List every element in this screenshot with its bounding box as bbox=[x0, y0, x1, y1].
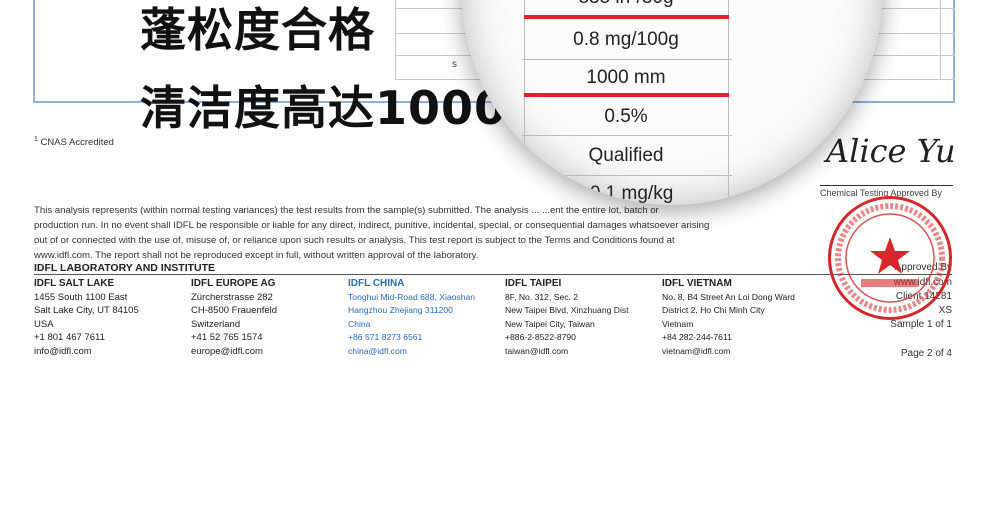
footnote-text: CNAS Accredited bbox=[40, 137, 114, 149]
office-line: 1455 South 1100 East bbox=[34, 291, 128, 303]
table-col-divider bbox=[395, 0, 396, 80]
office-email: europe@idfl.com bbox=[191, 345, 263, 357]
office-line: Vietnam bbox=[662, 318, 694, 329]
value-turbidity: 1000 mm bbox=[586, 67, 666, 88]
lens-row-divider bbox=[522, 175, 732, 176]
highlight-line bbox=[524, 93, 729, 97]
office-vietnam: IDFL VIETNAM No. 8, B4 Street An Loi Don… bbox=[662, 277, 795, 358]
office-line: CH-8500 Frauenfeld bbox=[191, 305, 278, 316]
value-odor: Qualified bbox=[588, 145, 664, 166]
disclaimer-line: production run. In no event shall IDFL b… bbox=[34, 220, 710, 231]
office-salt-lake: IDFL SALT LAKE 1455 South 1100 East Salt… bbox=[34, 277, 139, 358]
office-line: 8F, No. 312, Sec. 2 bbox=[505, 291, 579, 302]
institute-rule bbox=[34, 274, 952, 275]
seal-icon bbox=[835, 203, 945, 313]
office-line: New Taipei Blvd, Xinzhuang Dist bbox=[505, 305, 629, 315]
sample-count: Sample 1 of 1 bbox=[890, 319, 952, 330]
page-number: Page 2 of 4 bbox=[900, 348, 952, 359]
footnote: 1 CNAS Accredited bbox=[34, 133, 114, 150]
office-name: IDFL VIETNAM bbox=[662, 278, 732, 289]
office-phone: +41 52 765 1574 bbox=[191, 332, 263, 343]
office-name: IDFL TAIPEI bbox=[505, 278, 562, 289]
footnote-mark: 1 bbox=[34, 136, 38, 143]
table-cell: s bbox=[452, 59, 457, 70]
office-email: info@idfl.com bbox=[34, 345, 92, 357]
office-line: USA bbox=[34, 318, 54, 330]
disclaimer-line: out of or connected with the use of, mis… bbox=[34, 235, 675, 246]
disclaimer: This analysis represents (within normal … bbox=[34, 203, 806, 263]
office-phone: +1 801 467 7611 bbox=[34, 332, 105, 343]
disclaimer-line: This analysis represents (within normal … bbox=[34, 205, 659, 216]
headline-fluffiness: 蓬松度合格 bbox=[140, 3, 375, 57]
office-phone: +84 282-244-7611 bbox=[662, 332, 732, 342]
office-line: Salt Lake City, UT 84105 bbox=[34, 305, 139, 316]
office-name: IDFL SALT LAKE bbox=[34, 278, 115, 289]
office-line: China bbox=[348, 318, 371, 329]
office-name: IDFL CHINA bbox=[348, 278, 405, 289]
office-china: IDFL CHINA Tonghui Mid-Road 688, Xiaosha… bbox=[348, 277, 475, 358]
office-email: taiwan@idfl.com bbox=[505, 345, 569, 356]
lab-seal-stamp bbox=[828, 196, 952, 320]
office-email: china@idfl.com bbox=[348, 345, 407, 356]
office-line: District 2, Ho Chi Minh City bbox=[662, 305, 765, 315]
office-line: New Taipei City, Taiwan bbox=[505, 318, 595, 329]
office-taipei: IDFL TAIPEI 8F, No. 312, Sec. 2 New Taip… bbox=[505, 277, 629, 358]
office-email: vietnam@idfl.com bbox=[662, 345, 731, 356]
institute-title: IDFL LABORATORY AND INSTITUTE bbox=[34, 262, 216, 274]
value-oxygen: 0.8 mg/100g bbox=[573, 29, 679, 50]
office-line: Hangzhou Zhejiang 311200 bbox=[348, 305, 453, 315]
office-line: No. 8, B4 Street An Loi Dong Ward bbox=[662, 291, 795, 302]
office-name: IDFL EUROPE AG bbox=[191, 278, 276, 289]
table-col-divider bbox=[940, 0, 941, 80]
lens-row-divider bbox=[522, 135, 732, 136]
value-formaldehyde: <0.1 mg/kg bbox=[578, 183, 674, 204]
magnifier-lens: 835 in³/30g 0.8 mg/100g 1000 mm 0.5% Qua… bbox=[462, 0, 882, 205]
value-fill-power: 835 in³/30g bbox=[527, 0, 725, 9]
office-line: Zürcherstrasse 282 bbox=[191, 291, 273, 303]
office-line: Switzerland bbox=[191, 318, 241, 330]
headline-cleanliness: 清洁度高达1000 bbox=[140, 81, 508, 135]
lens-row-divider bbox=[522, 59, 732, 60]
highlight-line bbox=[524, 15, 729, 19]
office-phone: +886-2-8522-8790 bbox=[505, 332, 576, 342]
disclaimer-line: www.idfl.com. The report shall not be re… bbox=[34, 250, 479, 261]
office-line: Tonghui Mid-Road 688, Xiaoshan bbox=[348, 291, 476, 302]
office-europe: IDFL EUROPE AG Zürcherstrasse 282 CH-850… bbox=[191, 277, 277, 358]
value-residual-fat: 0.5% bbox=[604, 106, 648, 127]
office-phone: +86 571 8273 6561 bbox=[348, 332, 423, 342]
